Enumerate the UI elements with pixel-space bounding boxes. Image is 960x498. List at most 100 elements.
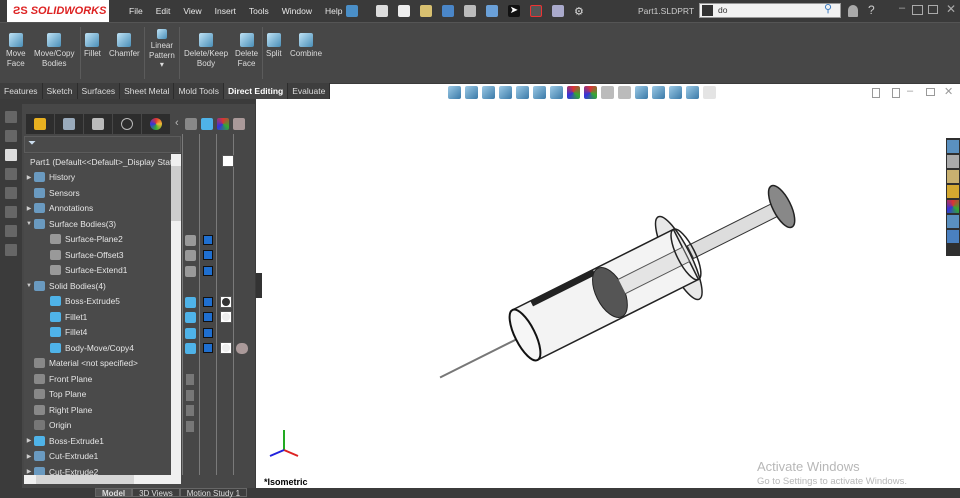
collapse-left-icon[interactable] bbox=[872, 88, 880, 98]
plane-icon[interactable] bbox=[186, 374, 194, 385]
tree-item[interactable]: ▼ Solid Bodies(4) bbox=[24, 278, 181, 294]
appearance-column-icon[interactable] bbox=[216, 118, 229, 130]
chamfer-button[interactable]: Chamfer bbox=[109, 29, 140, 59]
maximize-icon[interactable] bbox=[912, 5, 923, 15]
tree-item[interactable]: Boss-Extrude5 bbox=[24, 294, 181, 310]
hide-show-body-icon[interactable] bbox=[185, 296, 196, 308]
display-pane-icon[interactable] bbox=[618, 86, 631, 99]
expand-toggle-icon[interactable]: ▶ bbox=[24, 453, 34, 460]
home-icon[interactable] bbox=[376, 5, 388, 17]
smart-annotation-icon[interactable] bbox=[5, 149, 17, 161]
view-orientation-icon[interactable] bbox=[516, 86, 529, 99]
tree-item[interactable]: Sensors bbox=[24, 185, 181, 201]
dimxpert-manager-tab[interactable] bbox=[113, 114, 141, 134]
tab-sheet-metal[interactable]: Sheet Metal bbox=[120, 83, 175, 99]
rebuild-traffic-light-icon[interactable] bbox=[530, 5, 542, 17]
feature-manager-tab[interactable] bbox=[26, 114, 54, 134]
hide-show-body-icon[interactable] bbox=[185, 327, 196, 339]
tree-item[interactable]: Surface-Plane2 bbox=[24, 232, 181, 248]
tree-item[interactable]: ▶ Boss-Extrude1 bbox=[24, 433, 181, 449]
hide-show-body-icon[interactable] bbox=[185, 234, 196, 246]
expand-toggle-icon[interactable]: ▶ bbox=[24, 468, 34, 475]
viewport-restore-icon[interactable] bbox=[926, 88, 935, 96]
tree-item[interactable]: Origin bbox=[24, 418, 181, 434]
expand-toggle-icon[interactable]: ▼ bbox=[24, 221, 34, 227]
appearance-swatch[interactable] bbox=[220, 295, 232, 308]
view-settings-icon[interactable] bbox=[601, 86, 614, 99]
move-face-button[interactable]: Move Face bbox=[6, 29, 26, 68]
expand-toggle-icon[interactable]: ▼ bbox=[24, 283, 34, 289]
tab-model[interactable]: Model bbox=[95, 488, 133, 498]
select-arrow-icon[interactable]: ➤ bbox=[508, 5, 520, 17]
annotation-table-icon[interactable] bbox=[5, 187, 17, 199]
view-sketch-icon[interactable] bbox=[669, 86, 682, 99]
display-manager-tab[interactable] bbox=[142, 114, 170, 134]
expand-toggle-icon[interactable]: ▶ bbox=[24, 437, 34, 444]
panel-splitter-handle[interactable] bbox=[256, 273, 262, 298]
expand-toggle-icon[interactable]: ▶ bbox=[24, 174, 34, 181]
tree-item[interactable]: ▶ History bbox=[24, 170, 181, 186]
filter-bar[interactable]: ⏷ bbox=[24, 136, 181, 153]
new-document-icon[interactable] bbox=[398, 5, 410, 17]
menu-view[interactable]: View bbox=[183, 6, 201, 16]
plane-icon[interactable] bbox=[186, 405, 194, 416]
magnifier-icon[interactable]: ⚲ bbox=[824, 3, 832, 16]
hide-show-body-icon[interactable] bbox=[185, 265, 196, 277]
options-gear-icon[interactable]: ⚙ bbox=[574, 5, 586, 18]
origin-icon[interactable] bbox=[186, 420, 194, 432]
tree-item[interactable]: Surface-Extend1 bbox=[24, 263, 181, 279]
hide-show-body-icon[interactable] bbox=[185, 343, 196, 354]
transparency-icon[interactable] bbox=[236, 343, 248, 354]
tree-item[interactable]: Body-Move/Copy4 bbox=[24, 340, 181, 356]
scroll-thumb[interactable] bbox=[36, 475, 134, 484]
delete-keep-body-button[interactable]: Delete/Keep Body bbox=[184, 29, 228, 68]
design-library-icon[interactable] bbox=[947, 155, 959, 168]
close-icon[interactable]: ✕ bbox=[946, 2, 956, 16]
annotation-block-icon[interactable] bbox=[5, 206, 17, 218]
tab-mold-tools[interactable]: Mold Tools bbox=[174, 83, 224, 99]
tab-features[interactable]: Features bbox=[0, 83, 43, 99]
display-style-icon[interactable] bbox=[533, 86, 546, 99]
undo-icon[interactable] bbox=[486, 5, 498, 17]
user-account-icon[interactable] bbox=[848, 5, 858, 17]
expand-toggle-icon[interactable]: ▶ bbox=[24, 205, 34, 212]
edit-appearance-icon[interactable] bbox=[567, 86, 580, 99]
menu-help[interactable]: Help bbox=[325, 6, 342, 16]
help-icon[interactable]: ? bbox=[868, 3, 875, 17]
minimize-icon[interactable]: – bbox=[899, 2, 905, 14]
print-icon[interactable] bbox=[464, 5, 476, 17]
split-button[interactable]: Split bbox=[266, 29, 282, 59]
chevron-left-icon[interactable]: ‹ bbox=[175, 117, 179, 131]
appearance-swatch[interactable] bbox=[220, 311, 232, 323]
display-mode-icon[interactable] bbox=[203, 234, 213, 245]
tree-horizontal-scrollbar[interactable] bbox=[24, 475, 181, 484]
annotation-copy-icon[interactable] bbox=[5, 168, 17, 180]
appearances-icon[interactable] bbox=[947, 200, 959, 213]
scroll-thumb[interactable] bbox=[171, 166, 181, 221]
tree-item[interactable]: ▼ Surface Bodies(3) bbox=[24, 216, 181, 232]
apply-scene-icon[interactable] bbox=[584, 86, 597, 99]
solidworks-logo[interactable]: ƧS SOLIDWORKS bbox=[7, 0, 109, 22]
previous-view-icon[interactable] bbox=[482, 86, 495, 99]
viewport-minimize-icon[interactable]: – bbox=[907, 85, 913, 97]
fillet-button[interactable]: Fillet bbox=[84, 29, 101, 59]
tab-sketch[interactable]: Sketch bbox=[42, 83, 78, 99]
tree-item[interactable]: Top Plane bbox=[24, 387, 181, 403]
tree-item[interactable]: ▶ Annotations bbox=[24, 201, 181, 217]
configuration-manager-tab[interactable] bbox=[84, 114, 112, 134]
section-view-icon[interactable] bbox=[499, 86, 512, 99]
tree-item[interactable]: ▶ Cut-Extrude2 bbox=[24, 464, 181, 475]
search-commands-input[interactable]: do ⚲ bbox=[699, 3, 841, 18]
view-bodies-icon[interactable] bbox=[686, 86, 699, 99]
display-mode-icon[interactable] bbox=[203, 296, 213, 307]
view-axes-icon[interactable] bbox=[635, 86, 648, 99]
delete-face-button[interactable]: Delete Face bbox=[235, 29, 258, 68]
menu-tools[interactable]: Tools bbox=[249, 6, 269, 16]
tree-root-part1[interactable]: Part1 (Default<<Default>_Display State 1… bbox=[24, 154, 181, 170]
custom-properties-icon[interactable] bbox=[947, 215, 959, 228]
restore-icon[interactable] bbox=[928, 5, 938, 14]
tree-item[interactable]: Front Plane bbox=[24, 371, 181, 387]
menu-file[interactable]: File bbox=[129, 6, 143, 16]
file-properties-icon[interactable] bbox=[552, 5, 564, 17]
view-palette-icon[interactable] bbox=[947, 185, 959, 198]
